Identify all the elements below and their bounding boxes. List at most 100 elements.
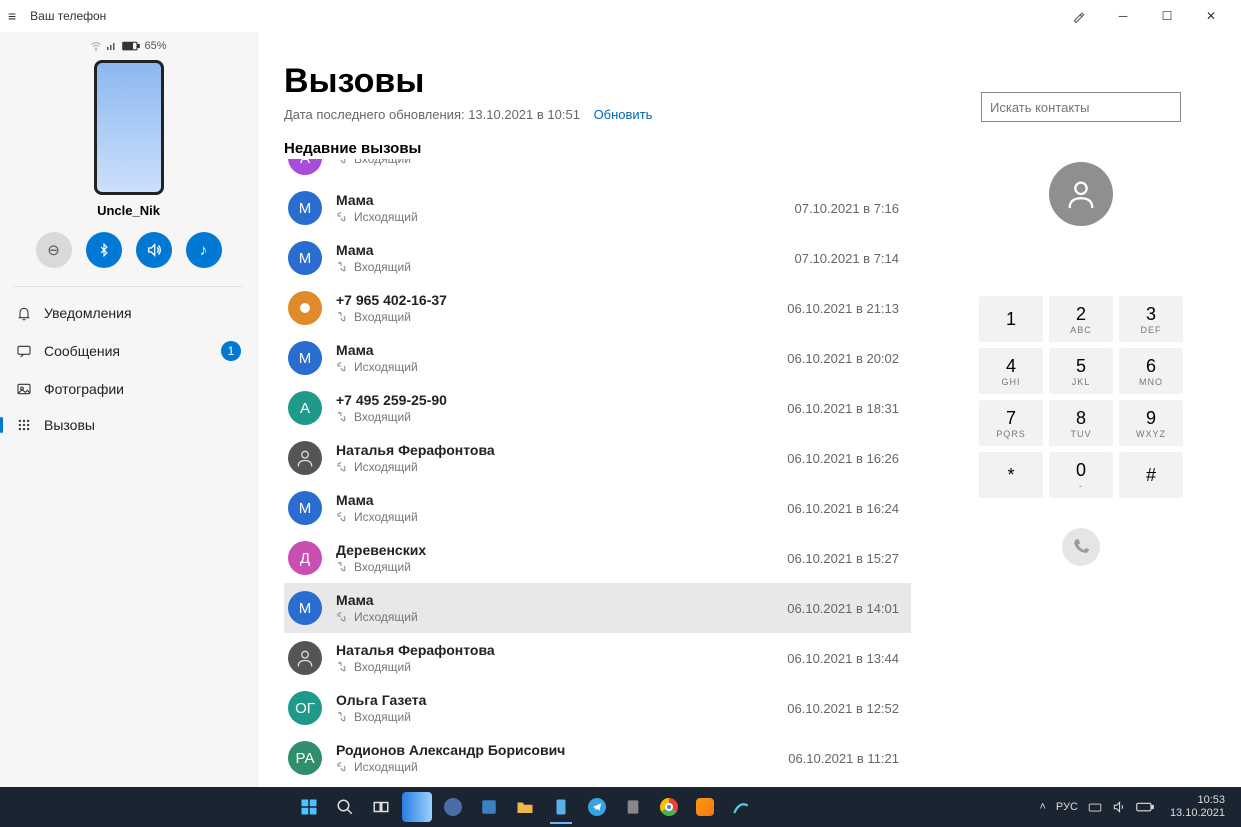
call-button[interactable] [1062, 528, 1100, 566]
call-row[interactable]: Наталья ФерафонтоваИсходящий06.10.2021 в… [284, 433, 911, 483]
nav-messages[interactable]: Сообщения 1 [0, 331, 257, 371]
language-indicator[interactable]: РУС [1056, 801, 1078, 813]
call-row[interactable]: ММамаИсходящий06.10.2021 в 14:01 [284, 583, 911, 633]
call-name: Мама [336, 592, 773, 608]
dnd-toggle[interactable]: ⊖ [36, 232, 72, 268]
nav-label: Фотографии [44, 381, 124, 397]
call-row[interactable]: ОГОльга ГазетаВходящий06.10.2021 в 12:52 [284, 683, 911, 733]
call-avatar [288, 291, 322, 325]
taskbar-app-paint[interactable] [726, 792, 756, 822]
call-avatar: М [288, 491, 322, 525]
call-time: 06.10.2021 в 13:44 [787, 651, 899, 666]
titlebar: ≡ Ваш телефон ─ ☐ ✕ [0, 0, 1241, 32]
taskview-button[interactable] [366, 792, 396, 822]
taskbar-app-orange[interactable] [690, 792, 720, 822]
call-name: Ольга Газета [336, 692, 773, 708]
phone-preview[interactable] [94, 60, 164, 195]
call-type: Входящий [336, 410, 773, 424]
call-avatar [288, 641, 322, 675]
call-row[interactable]: ММамаИсходящий06.10.2021 в 20:02 [284, 333, 911, 383]
tray-volume-icon[interactable] [1112, 800, 1126, 814]
dialpad-key-*[interactable]: * [979, 452, 1043, 498]
search-contacts-input[interactable] [981, 92, 1181, 122]
call-row[interactable]: РАРодионов Александр БорисовичИсходящий0… [284, 733, 911, 783]
bluetooth-toggle[interactable] [86, 232, 122, 268]
signal-icon [106, 40, 118, 52]
call-type: Входящий [336, 660, 773, 674]
taskbar-app-3[interactable] [474, 792, 504, 822]
contact-avatar-placeholder [1049, 162, 1113, 226]
call-row[interactable]: А+7 495 259-25-90Входящий06.10.2021 в 18… [284, 383, 911, 433]
tray-battery-icon[interactable] [1136, 801, 1154, 813]
call-name: +7 965 402-16-37 [336, 292, 773, 308]
maximize-button[interactable]: ☐ [1145, 0, 1189, 32]
call-type: Исходящий [336, 510, 773, 524]
dialpad-key-1[interactable]: 1 [979, 296, 1043, 342]
tray-keyboard-icon[interactable] [1088, 800, 1102, 814]
taskbar-chrome[interactable] [654, 792, 684, 822]
call-type: Входящий [336, 260, 781, 274]
dialpad-key-2[interactable]: 2ABC [1049, 296, 1113, 342]
search-button[interactable] [330, 792, 360, 822]
call-row[interactable]: ДДеревенскихВходящий06.10.2021 в 15:27 [284, 533, 911, 583]
hamburger-icon[interactable]: ≡ [8, 8, 16, 24]
dialpad-key-9[interactable]: 9WXYZ [1119, 400, 1183, 446]
minimize-button[interactable]: ─ [1101, 0, 1145, 32]
nav-calls[interactable]: Вызовы [0, 407, 257, 443]
call-type: Исходящий [336, 610, 773, 624]
taskbar-telegram[interactable] [582, 792, 612, 822]
call-avatar: М [288, 191, 322, 225]
bell-icon [16, 305, 32, 321]
call-row[interactable]: +7 965 402-16-37Входящий06.10.2021 в 21:… [284, 283, 911, 333]
main: Вызовы Дата последнего обновления: 13.10… [258, 32, 1241, 787]
music-toggle[interactable]: ♪ [186, 232, 222, 268]
close-button[interactable]: ✕ [1189, 0, 1233, 32]
call-name: +7 495 259-25-90 [336, 392, 773, 408]
dialer-panel: 12ABC3DEF 4GHI5JKL6MNO 7PQRS8TUV9WXYZ *0-# [921, 32, 1241, 787]
dialpad-key-4[interactable]: 4GHI [979, 348, 1043, 394]
call-row[interactable]: Наталья ФерафонтоваВходящий06.10.2021 в … [284, 633, 911, 683]
call-avatar: М [288, 591, 322, 625]
call-time: 06.10.2021 в 16:26 [787, 451, 899, 466]
page-title: Вызовы [284, 62, 921, 101]
call-time: 06.10.2021 в 15:27 [787, 551, 899, 566]
call-avatar: А [288, 391, 322, 425]
dialpad-key-5[interactable]: 5JKL [1049, 348, 1113, 394]
taskbar-your-phone[interactable] [546, 792, 576, 822]
call-time: 06.10.2021 в 16:24 [787, 501, 899, 516]
tray-chevron-icon[interactable]: ˄ [1039, 801, 1045, 813]
battery-icon [122, 41, 140, 51]
paint-icon[interactable] [1057, 0, 1101, 32]
taskbar-clock[interactable]: 10:53 13.10.2021 [1164, 794, 1231, 820]
call-row[interactable]: ММамаВходящий07.10.2021 в 7:14 [284, 233, 911, 283]
call-row[interactable]: ММамаИсходящий07.10.2021 в 7:16 [284, 183, 911, 233]
volume-toggle[interactable] [136, 232, 172, 268]
dialpad-key-0[interactable]: 0- [1049, 452, 1113, 498]
refresh-link[interactable]: Обновить [594, 107, 653, 122]
taskbar-calculator[interactable] [618, 792, 648, 822]
taskbar-app-1[interactable] [402, 792, 432, 822]
call-time: 06.10.2021 в 11:21 [788, 751, 899, 766]
call-avatar: М [288, 341, 322, 375]
dialpad: 12ABC3DEF 4GHI5JKL6MNO 7PQRS8TUV9WXYZ *0-# [979, 296, 1183, 498]
call-name: Мама [336, 342, 773, 358]
taskbar: ˄ РУС 10:53 13.10.2021 [0, 787, 1241, 827]
start-button[interactable] [294, 792, 324, 822]
taskbar-explorer[interactable] [510, 792, 540, 822]
dialpad-key-8[interactable]: 8TUV [1049, 400, 1113, 446]
call-time: 06.10.2021 в 12:52 [787, 701, 899, 716]
call-type: Исходящий [336, 760, 774, 774]
dialpad-icon [16, 417, 32, 433]
dialpad-key-7[interactable]: 7PQRS [979, 400, 1043, 446]
calls-list[interactable]: АВходящийММамаИсходящий07.10.2021 в 7:16… [284, 159, 921, 787]
nav-photos[interactable]: Фотографии [0, 371, 257, 407]
call-row[interactable]: АВходящий [284, 159, 911, 183]
dialpad-key-3[interactable]: 3DEF [1119, 296, 1183, 342]
call-row[interactable]: ММамаИсходящий06.10.2021 в 16:24 [284, 483, 911, 533]
battery-text: 65% [144, 40, 166, 52]
nav-notifications[interactable]: Уведомления [0, 295, 257, 331]
dialpad-key-#[interactable]: # [1119, 452, 1183, 498]
dialpad-key-6[interactable]: 6MNO [1119, 348, 1183, 394]
taskbar-app-2[interactable] [438, 792, 468, 822]
call-type: Исходящий [336, 360, 773, 374]
